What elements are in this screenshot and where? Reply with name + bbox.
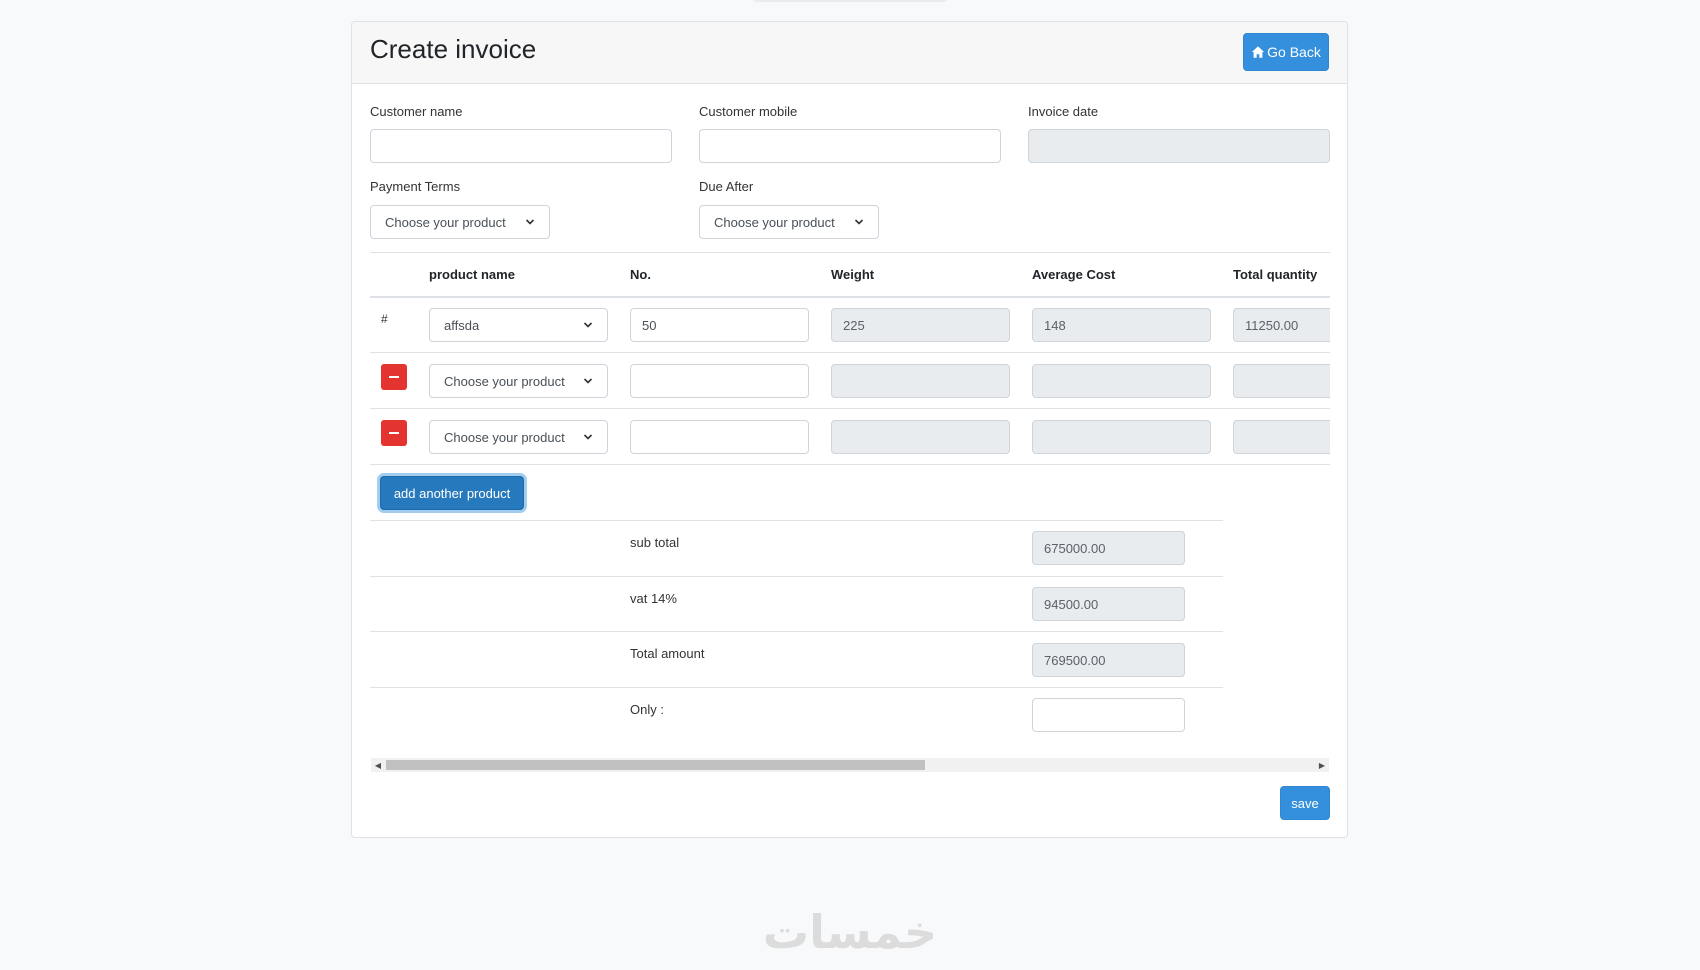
page-title: Create invoice bbox=[370, 34, 537, 64]
weight-field[interactable]: 225 bbox=[831, 308, 1010, 342]
column-header-weight: Weight bbox=[831, 267, 875, 282]
average-cost-field[interactable] bbox=[1032, 420, 1211, 454]
product-select-value: affsda bbox=[444, 317, 480, 333]
watermark-text: خمسات bbox=[763, 905, 937, 959]
scroll-right-arrow-icon[interactable]: ▶ bbox=[1315, 758, 1329, 772]
totals-divider bbox=[370, 631, 1223, 632]
chevron-down-icon bbox=[583, 322, 593, 328]
column-header-average-cost: Average Cost bbox=[1032, 267, 1116, 282]
totals-divider bbox=[370, 687, 1223, 688]
minus-icon bbox=[389, 432, 399, 434]
row-divider bbox=[370, 408, 1330, 409]
weight-field[interactable] bbox=[831, 420, 1010, 454]
customer-name-label: Customer name bbox=[370, 104, 463, 119]
row-marker: # bbox=[381, 312, 388, 326]
chevron-down-icon bbox=[583, 434, 593, 440]
table-header-border bbox=[370, 296, 1330, 298]
quantity-input[interactable] bbox=[630, 420, 809, 454]
card-header: Create invoice Go Back bbox=[352, 22, 1347, 84]
customer-mobile-label: Customer mobile bbox=[699, 104, 798, 119]
column-header-total-quantity: Total quantity bbox=[1233, 267, 1318, 282]
total-quantity-field[interactable]: 11250.00 bbox=[1233, 308, 1330, 342]
invoice-date-label: Invoice date bbox=[1028, 104, 1099, 119]
total-quantity-field[interactable] bbox=[1233, 364, 1330, 398]
product-select[interactable]: Choose your product bbox=[429, 364, 608, 398]
chevron-down-icon bbox=[525, 219, 535, 225]
due-after-label: Due After bbox=[699, 179, 754, 194]
quantity-input[interactable]: 50 bbox=[630, 308, 809, 342]
quantity-input[interactable] bbox=[630, 364, 809, 398]
payment-terms-select[interactable]: Choose your product bbox=[370, 205, 550, 239]
invoice-date-input[interactable] bbox=[1028, 129, 1330, 163]
total-amount-field[interactable]: 769500.00 bbox=[1032, 643, 1185, 677]
chevron-down-icon bbox=[854, 219, 864, 225]
go-back-label: Go Back bbox=[1267, 44, 1321, 60]
vat-field[interactable]: 94500.00 bbox=[1032, 587, 1185, 621]
home-icon bbox=[1252, 46, 1265, 58]
remove-row-button[interactable] bbox=[381, 420, 407, 446]
total-amount-label: Total amount bbox=[630, 646, 705, 661]
minus-icon bbox=[389, 376, 399, 378]
horizontal-scrollbar[interactable]: ◀ ▶ bbox=[371, 758, 1329, 772]
weight-field[interactable] bbox=[831, 364, 1010, 398]
top-tab-decoration bbox=[750, 0, 950, 2]
add-another-product-button[interactable]: add another product bbox=[380, 476, 524, 510]
vat-label: vat 14% bbox=[630, 591, 677, 606]
totals-divider bbox=[370, 520, 1223, 521]
scrollbar-thumb[interactable] bbox=[386, 760, 925, 770]
row-divider bbox=[370, 352, 1330, 353]
average-cost-field[interactable]: 148 bbox=[1032, 308, 1211, 342]
only-input[interactable] bbox=[1032, 698, 1185, 732]
remove-row-button[interactable] bbox=[381, 364, 407, 390]
save-button[interactable]: save bbox=[1280, 786, 1330, 820]
payment-terms-value: Choose your product bbox=[385, 214, 506, 230]
product-select-value: Choose your product bbox=[444, 373, 565, 389]
total-quantity-field[interactable] bbox=[1233, 420, 1330, 454]
chevron-down-icon bbox=[583, 378, 593, 384]
totals-divider bbox=[370, 576, 1223, 577]
due-after-select[interactable]: Choose your product bbox=[699, 205, 879, 239]
payment-terms-label: Payment Terms bbox=[370, 179, 461, 194]
customer-name-input[interactable] bbox=[370, 129, 672, 163]
average-cost-field[interactable] bbox=[1032, 364, 1211, 398]
watermark-logo: خمسات bbox=[763, 905, 937, 959]
product-select-value: Choose your product bbox=[444, 429, 565, 445]
go-back-button[interactable]: Go Back bbox=[1243, 33, 1329, 71]
sub-total-field[interactable]: 675000.00 bbox=[1032, 531, 1185, 565]
table-top-border bbox=[370, 252, 1330, 253]
product-select[interactable]: affsda bbox=[429, 308, 608, 342]
sub-total-label: sub total bbox=[630, 535, 680, 550]
column-header-no: No. bbox=[630, 267, 651, 282]
row-divider bbox=[370, 464, 1330, 465]
customer-mobile-input[interactable] bbox=[699, 129, 1001, 163]
scroll-left-arrow-icon[interactable]: ◀ bbox=[371, 758, 385, 772]
only-label: Only : bbox=[630, 702, 664, 717]
column-header-product-name: product name bbox=[429, 267, 515, 282]
product-select[interactable]: Choose your product bbox=[429, 420, 608, 454]
due-after-value: Choose your product bbox=[714, 214, 835, 230]
